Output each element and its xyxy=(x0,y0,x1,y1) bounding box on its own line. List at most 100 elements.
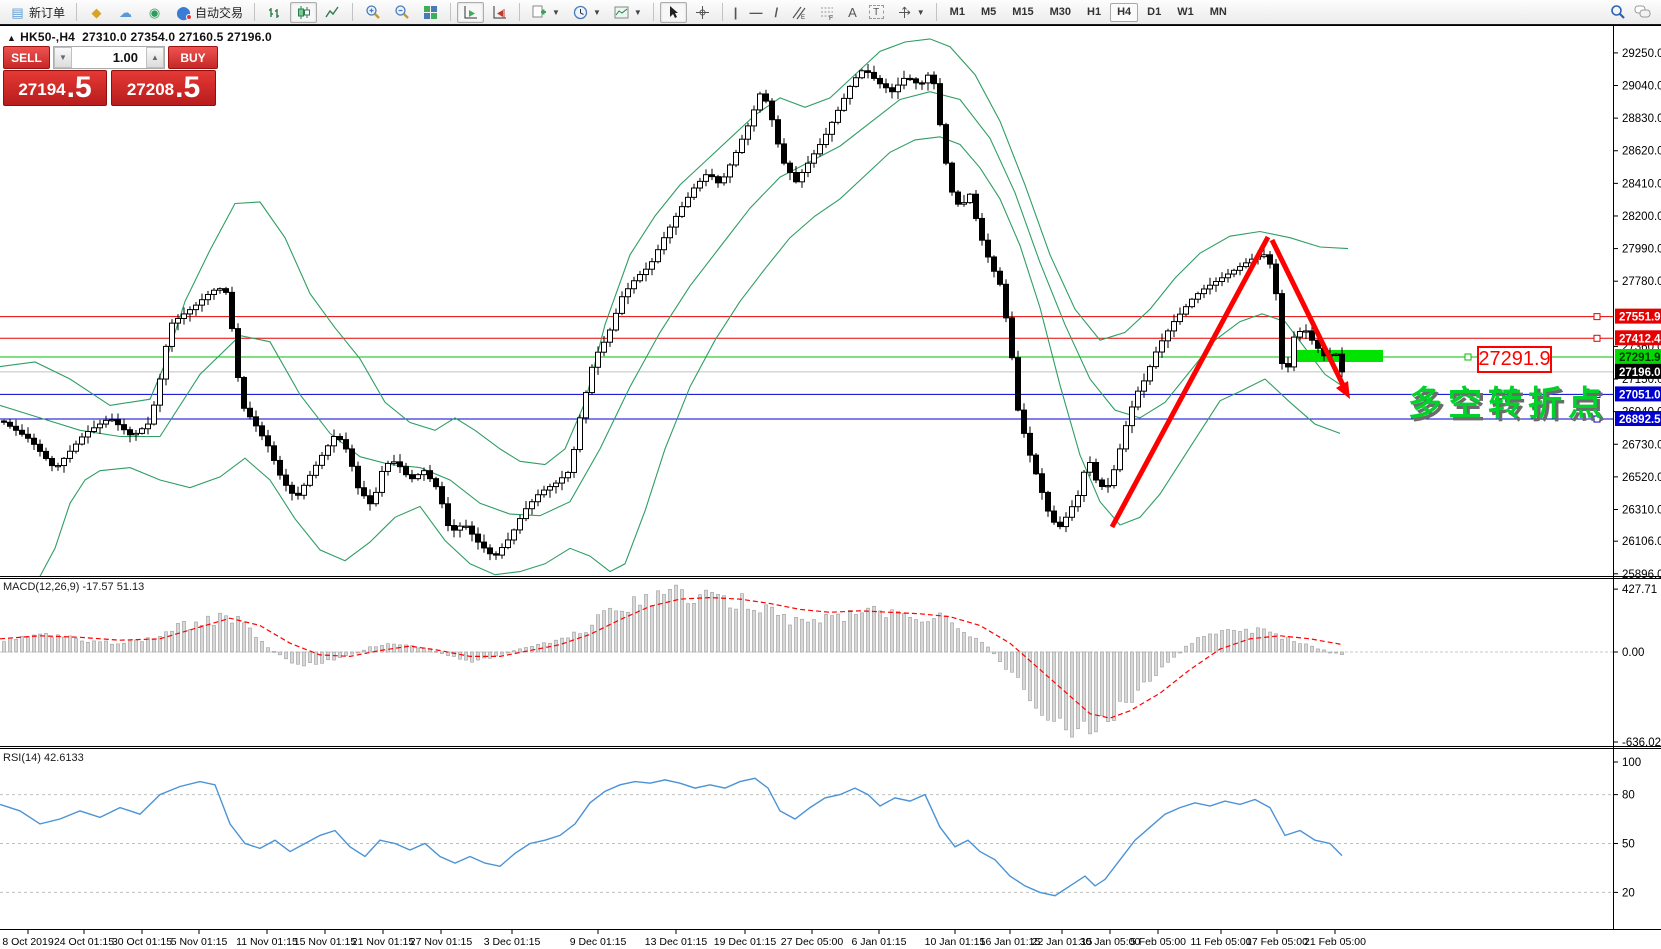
svg-text:25896.0: 25896.0 xyxy=(1622,569,1661,581)
chart-shift-icon xyxy=(491,4,508,21)
tab-timeframe-m30[interactable]: M30 xyxy=(1043,3,1078,22)
svg-text:28410.0: 28410.0 xyxy=(1622,178,1661,190)
community-button[interactable]: ☁ xyxy=(112,2,139,23)
svg-text:21 Nov 01:15: 21 Nov 01:15 xyxy=(352,936,415,948)
svg-text:27051.0: 27051.0 xyxy=(1619,389,1661,401)
channel-tool[interactable]: E xyxy=(785,2,812,23)
buy-price-fraction: .5 xyxy=(175,73,200,103)
volume-increase-button[interactable]: ▲ xyxy=(146,47,164,68)
fibonacci-icon: F xyxy=(819,4,836,21)
time-axis[interactable]: 8 Oct 201924 Oct 01:1530 Oct 01:155 Nov … xyxy=(2,930,1366,948)
zoom-out-button[interactable] xyxy=(388,2,415,23)
text-tool[interactable]: A xyxy=(843,2,862,23)
candle-chart-mode-button[interactable] xyxy=(290,2,317,23)
chart-shift-button[interactable] xyxy=(486,2,513,23)
macd-panel xyxy=(0,585,1613,737)
zoom-in-button[interactable] xyxy=(359,2,386,23)
chart-ohlc-header: ▲HK50-,H4 27310.0 27354.0 27160.5 27196.… xyxy=(7,30,272,44)
svg-text:20: 20 xyxy=(1622,887,1635,899)
symbol-tree-arrow-icon: ▲ xyxy=(7,33,16,43)
horizontal-line-tool[interactable]: — xyxy=(744,2,767,23)
dropdown-caret-icon: ▼ xyxy=(552,8,560,17)
chat-icon[interactable] xyxy=(1634,4,1651,21)
text-label-tool[interactable]: T xyxy=(864,2,889,23)
bar-chart-mode-button[interactable] xyxy=(261,2,288,23)
line-chart-icon xyxy=(324,4,341,21)
volume-stepper: ▼ 1.00 ▲ xyxy=(53,46,165,69)
svg-text:0.00: 0.00 xyxy=(1622,647,1644,659)
tile-windows-button[interactable] xyxy=(417,2,444,23)
trend-arrow-up[interactable] xyxy=(1112,237,1268,527)
cursor-arrow-icon xyxy=(665,4,682,21)
volume-decrease-button[interactable]: ▼ xyxy=(54,47,72,68)
cursor-tool-button[interactable] xyxy=(660,2,687,23)
tab-timeframe-h1[interactable]: H1 xyxy=(1080,3,1108,22)
tab-timeframe-m5[interactable]: M5 xyxy=(974,3,1003,22)
toolbar-separator xyxy=(722,3,723,21)
buy-price-display[interactable]: 27208.5 xyxy=(111,70,216,106)
auto-scroll-button[interactable] xyxy=(457,2,484,23)
sell-button[interactable]: SELL xyxy=(3,46,50,69)
indicators-button[interactable]: ▼ xyxy=(526,2,565,23)
tab-timeframe-mn[interactable]: MN xyxy=(1203,3,1234,22)
trendline-tool[interactable]: / xyxy=(769,2,783,23)
price-axis[interactable]: 29250.029040.028830.028620.028410.028200… xyxy=(1613,48,1661,899)
shapes-tool[interactable]: ▼ xyxy=(891,2,930,23)
signals-button[interactable]: ◉ xyxy=(141,2,168,23)
svg-text:26310.0: 26310.0 xyxy=(1622,504,1661,516)
tab-timeframe-h4[interactable]: H4 xyxy=(1110,3,1138,22)
trendline-icon: / xyxy=(774,5,778,20)
volume-input[interactable]: 1.00 xyxy=(72,47,146,68)
svg-text:26106.0: 26106.0 xyxy=(1622,536,1661,548)
toolbar-separator xyxy=(254,3,255,21)
svg-text:E: E xyxy=(801,15,805,20)
templates-button[interactable]: ▼ xyxy=(608,2,647,23)
one-click-trading-panel: SELL ▼ 1.00 ▲ BUY 27194.5 27208.5 xyxy=(3,46,219,106)
svg-text:27551.9: 27551.9 xyxy=(1619,312,1661,324)
ohlc-bars-icon xyxy=(266,4,283,21)
rsi-panel xyxy=(0,778,1613,895)
line-handle[interactable] xyxy=(1594,314,1600,320)
autotrade-button[interactable]: ⬤ 自动交易 xyxy=(170,2,248,23)
crosshair-tool-button[interactable] xyxy=(689,2,716,23)
template-icon xyxy=(613,4,630,21)
autotrade-globe-icon: ⬤ xyxy=(175,4,192,21)
toolbar-separator xyxy=(519,3,520,21)
svg-text:15 Nov 01:15: 15 Nov 01:15 xyxy=(294,936,357,948)
new-order-icon: ▤ xyxy=(9,4,26,21)
tab-timeframe-m15[interactable]: M15 xyxy=(1005,3,1040,22)
clock-icon xyxy=(572,4,589,21)
tab-timeframe-w1[interactable]: W1 xyxy=(1170,3,1201,22)
chart-canvas[interactable]: 29250.029040.028830.028620.028410.028200… xyxy=(0,0,1661,949)
toolbar-separator xyxy=(352,3,353,21)
svg-text:21 Feb 05:00: 21 Feb 05:00 xyxy=(1304,936,1366,948)
toolbar-separator xyxy=(450,3,451,21)
svg-text:29040.0: 29040.0 xyxy=(1622,81,1661,93)
line-handle[interactable] xyxy=(1594,335,1600,341)
periods-button[interactable]: ▼ xyxy=(567,2,606,23)
candlestick-icon xyxy=(295,4,312,21)
tab-timeframe-m1[interactable]: M1 xyxy=(943,3,972,22)
svg-text:24 Oct 01:15: 24 Oct 01:15 xyxy=(54,936,114,948)
deposit-button[interactable]: ◆ xyxy=(83,2,110,23)
price-callout-box[interactable]: 27291.9 xyxy=(1477,346,1552,373)
turning-point-annotation[interactable]: 多空转折点 xyxy=(1408,376,1608,425)
svg-text:13 Dec 01:15: 13 Dec 01:15 xyxy=(645,936,708,948)
gold-ingot-icon: ◆ xyxy=(88,4,105,21)
vertical-line-tool[interactable]: | xyxy=(729,2,743,23)
svg-text:27 Dec 05:00: 27 Dec 05:00 xyxy=(781,936,844,948)
svg-text:F: F xyxy=(829,15,833,20)
equidistant-channel-icon: E xyxy=(790,4,807,21)
new-order-button[interactable]: ▤ 新订单 xyxy=(4,2,70,23)
tab-timeframe-d1[interactable]: D1 xyxy=(1140,3,1168,22)
terminal-window: ▤ 新订单 ◆ ☁ ◉ ⬤ 自动交易 xyxy=(0,0,1661,949)
fibonacci-tool[interactable]: F xyxy=(814,2,841,23)
search-icon[interactable] xyxy=(1609,4,1626,21)
svg-text:3 Dec 01:15: 3 Dec 01:15 xyxy=(484,936,541,948)
new-order-label: 新订单 xyxy=(29,4,65,21)
buy-button[interactable]: BUY xyxy=(168,46,218,69)
sell-price-display[interactable]: 27194.5 xyxy=(3,70,107,106)
line-chart-mode-button[interactable] xyxy=(319,2,346,23)
line-handle[interactable] xyxy=(1465,354,1471,360)
svg-text:28200.0: 28200.0 xyxy=(1622,211,1661,223)
